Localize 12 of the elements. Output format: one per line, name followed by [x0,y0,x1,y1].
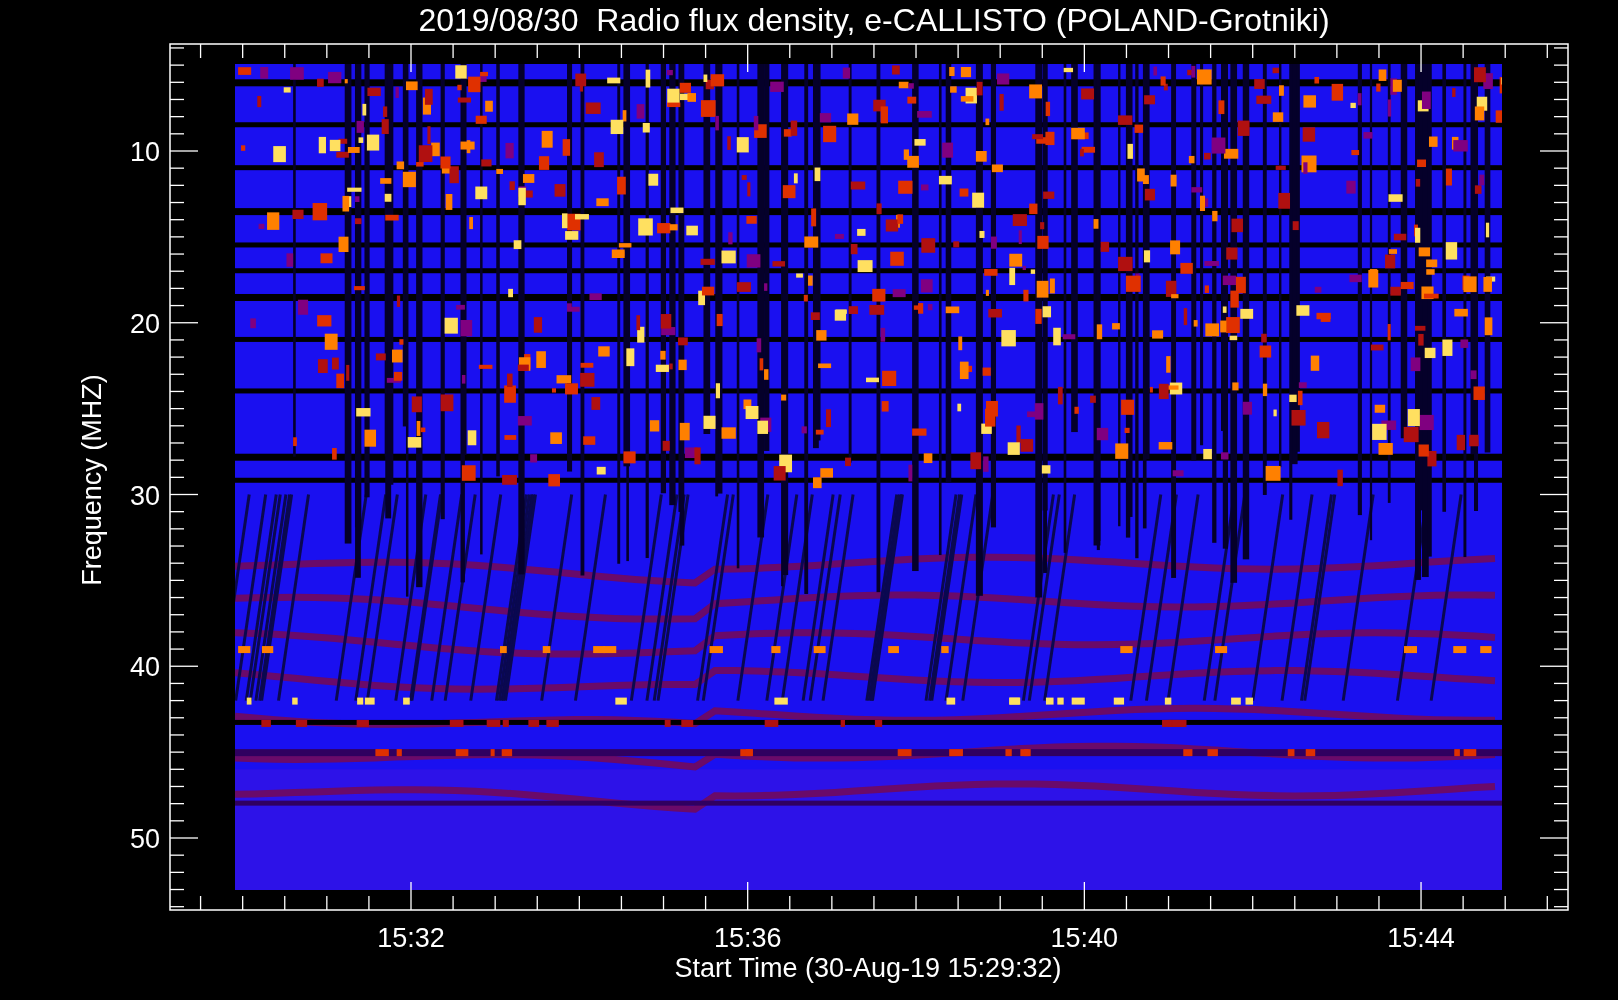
axis-label: Frequency (MHZ) [77,374,107,586]
tick-label: 50 [129,824,160,854]
tick-label: 20 [129,308,160,339]
tick-label: 40 [129,652,160,683]
tick-label: 15:32 [377,923,445,953]
axis-label: Start Time (30-Aug-19 15:29:32) [674,953,1062,983]
tick-label: 15:44 [1387,923,1455,953]
tick-label: 10 [129,137,160,167]
tick-label: 15:36 [713,923,782,953]
plot-title: 2019/08/30 Radio flux density, e-CALLISTO (POLAND-Grotniki) [418,2,1330,38]
tick-label: 30 [129,480,160,511]
tick-label: 15:40 [1050,923,1119,953]
